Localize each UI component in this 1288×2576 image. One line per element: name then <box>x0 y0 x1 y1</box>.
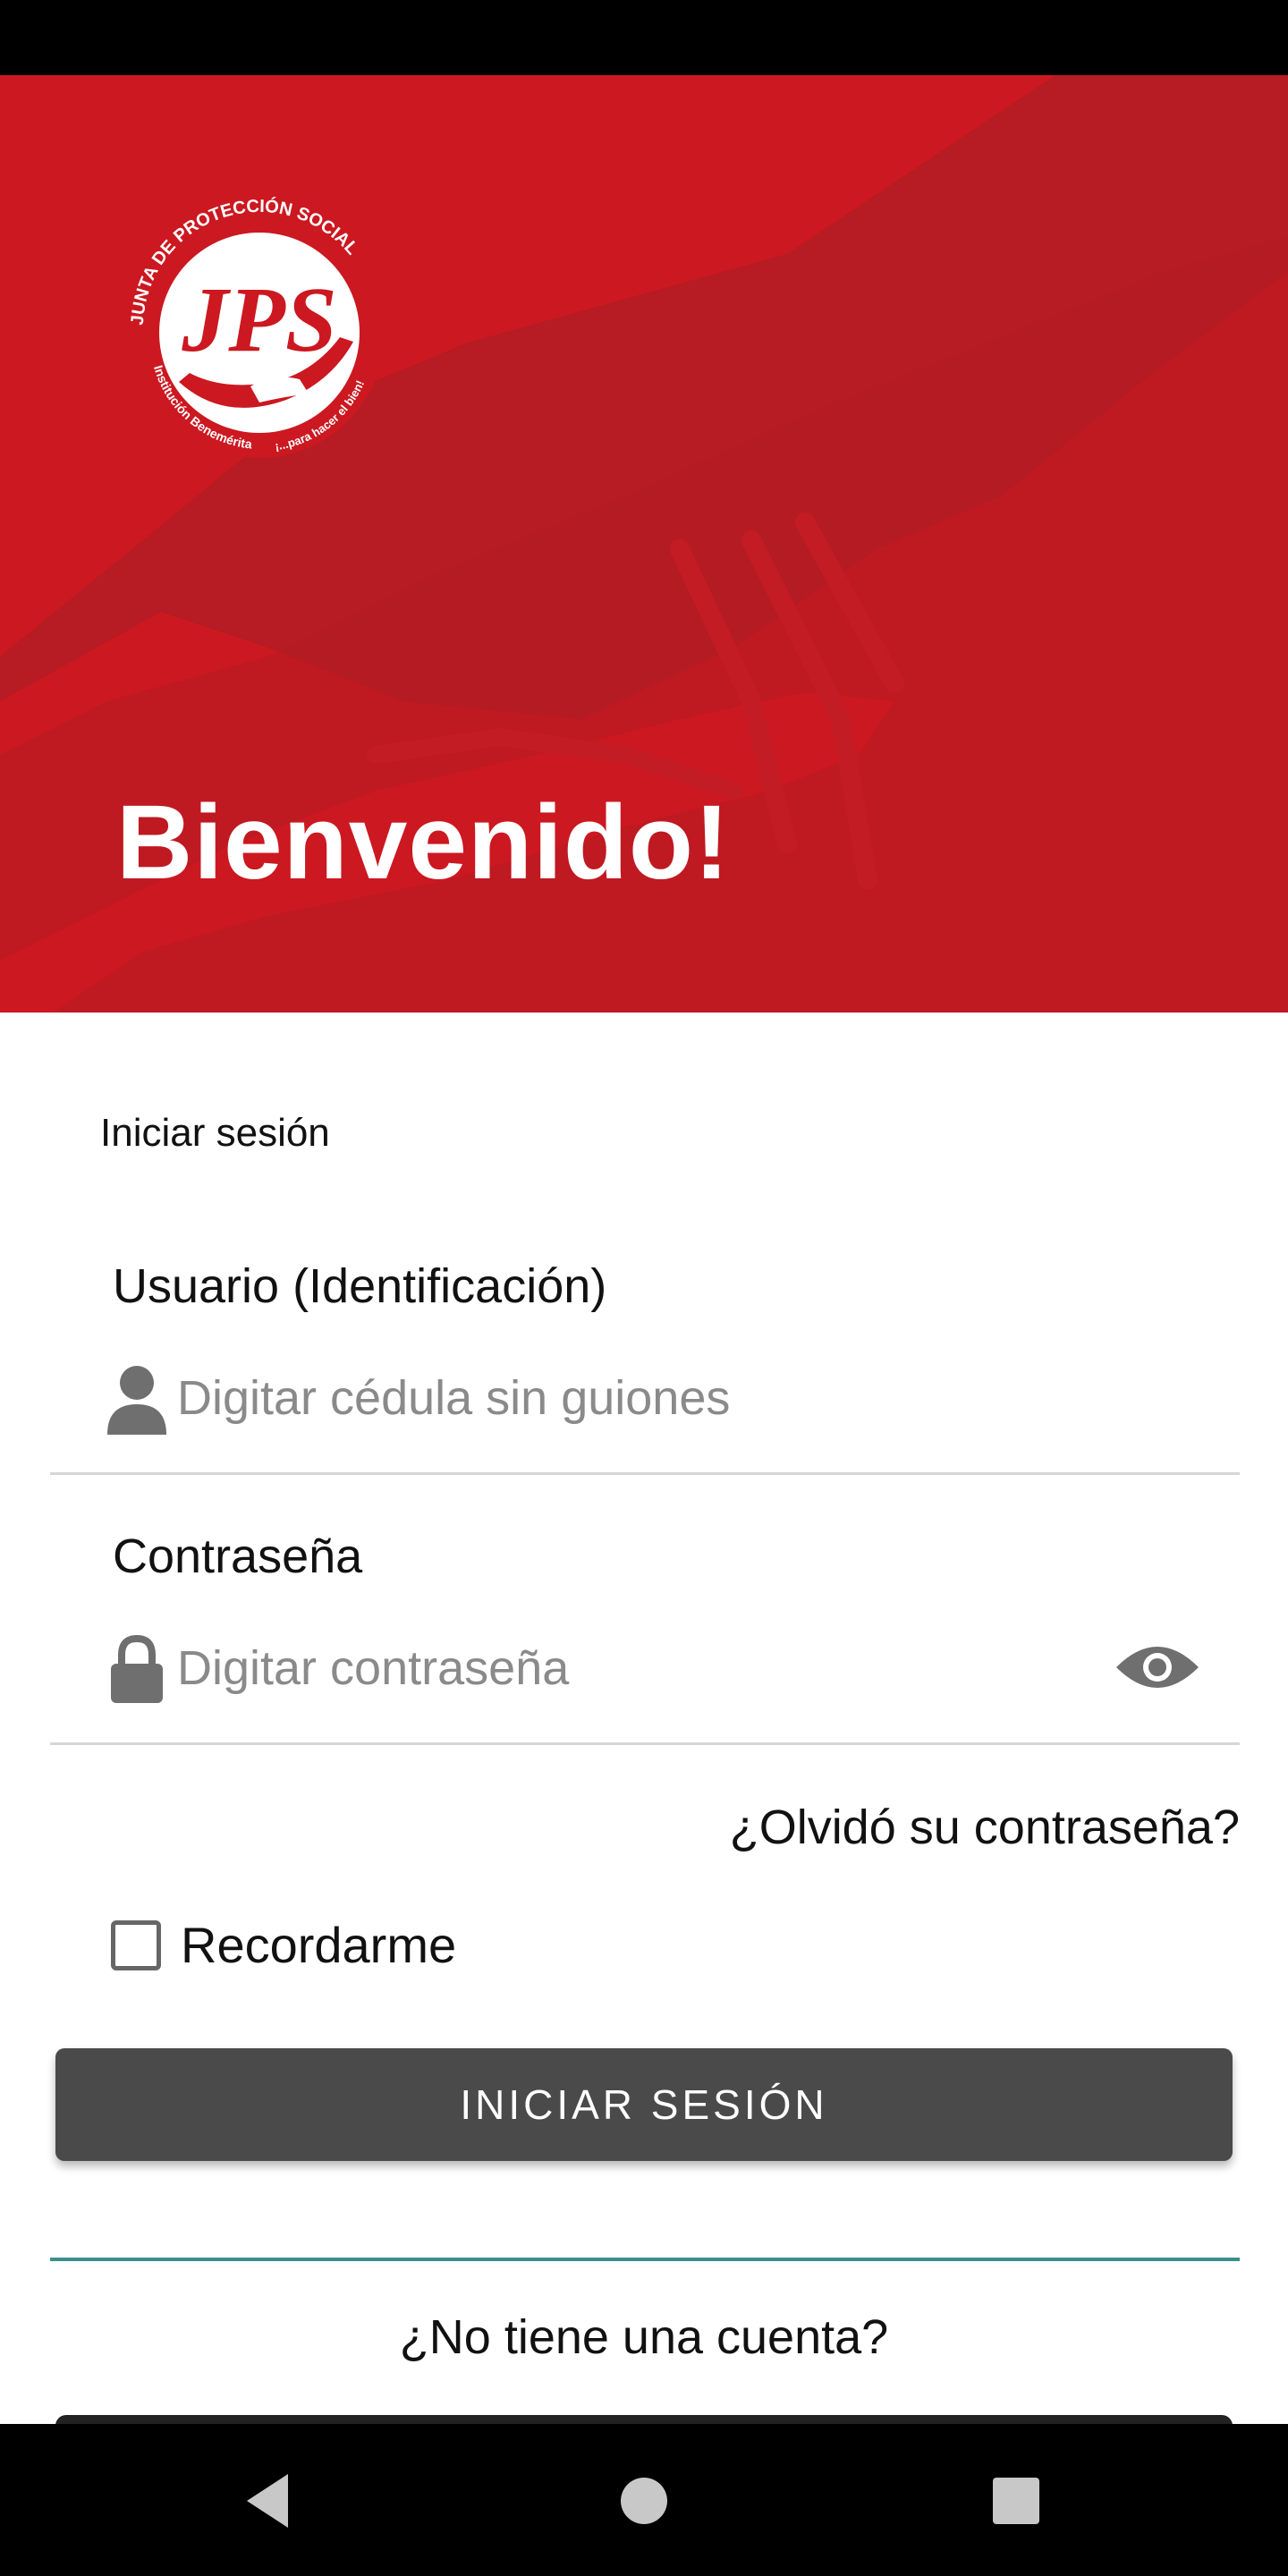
remember-label: Recordarme <box>181 1917 457 1973</box>
register-button[interactable] <box>55 2415 1233 2424</box>
forgot-password-link[interactable]: ¿Olvidó su contraseña? <box>730 1800 1240 1855</box>
android-nav-bar <box>0 2424 1288 2576</box>
back-icon[interactable] <box>234 2465 306 2537</box>
section-divider <box>50 2258 1240 2261</box>
username-row <box>50 1343 1240 1451</box>
username-input[interactable] <box>175 1360 1073 1436</box>
no-account-text: ¿No tiene una cuenta? <box>399 2310 889 2364</box>
remember-checkbox[interactable] <box>111 1919 161 1970</box>
password-row <box>50 1614 1240 1721</box>
eye-icon[interactable] <box>1114 1639 1200 1696</box>
username-underline <box>50 1472 1240 1475</box>
lock-icon <box>111 1634 163 1703</box>
svg-text:JPS: JPS <box>181 268 336 371</box>
recents-icon[interactable] <box>980 2465 1052 2537</box>
username-label: Usuario (Identificación) <box>113 1259 607 1313</box>
jps-logo: JUNTA DE PROTECCIÓN SOCIAL Institución B… <box>128 195 385 458</box>
password-label: Contraseña <box>113 1530 363 1583</box>
person-icon <box>107 1366 166 1435</box>
status-bar <box>0 0 1288 75</box>
password-input[interactable] <box>175 1630 1073 1707</box>
section-title: Iniciar sesión <box>100 1111 330 1155</box>
password-underline <box>50 1742 1240 1745</box>
login-form: Iniciar sesión Usuario (Identificación) … <box>0 1013 1288 2424</box>
home-icon[interactable] <box>608 2465 680 2537</box>
remember-me[interactable]: Recordarme <box>111 1916 456 1974</box>
login-button[interactable]: INICIAR SESIÓN <box>55 2048 1233 2161</box>
welcome-title: Bienvenido! <box>116 784 731 902</box>
hero-banner: JUNTA DE PROTECCIÓN SOCIAL Institución B… <box>0 75 1288 1013</box>
